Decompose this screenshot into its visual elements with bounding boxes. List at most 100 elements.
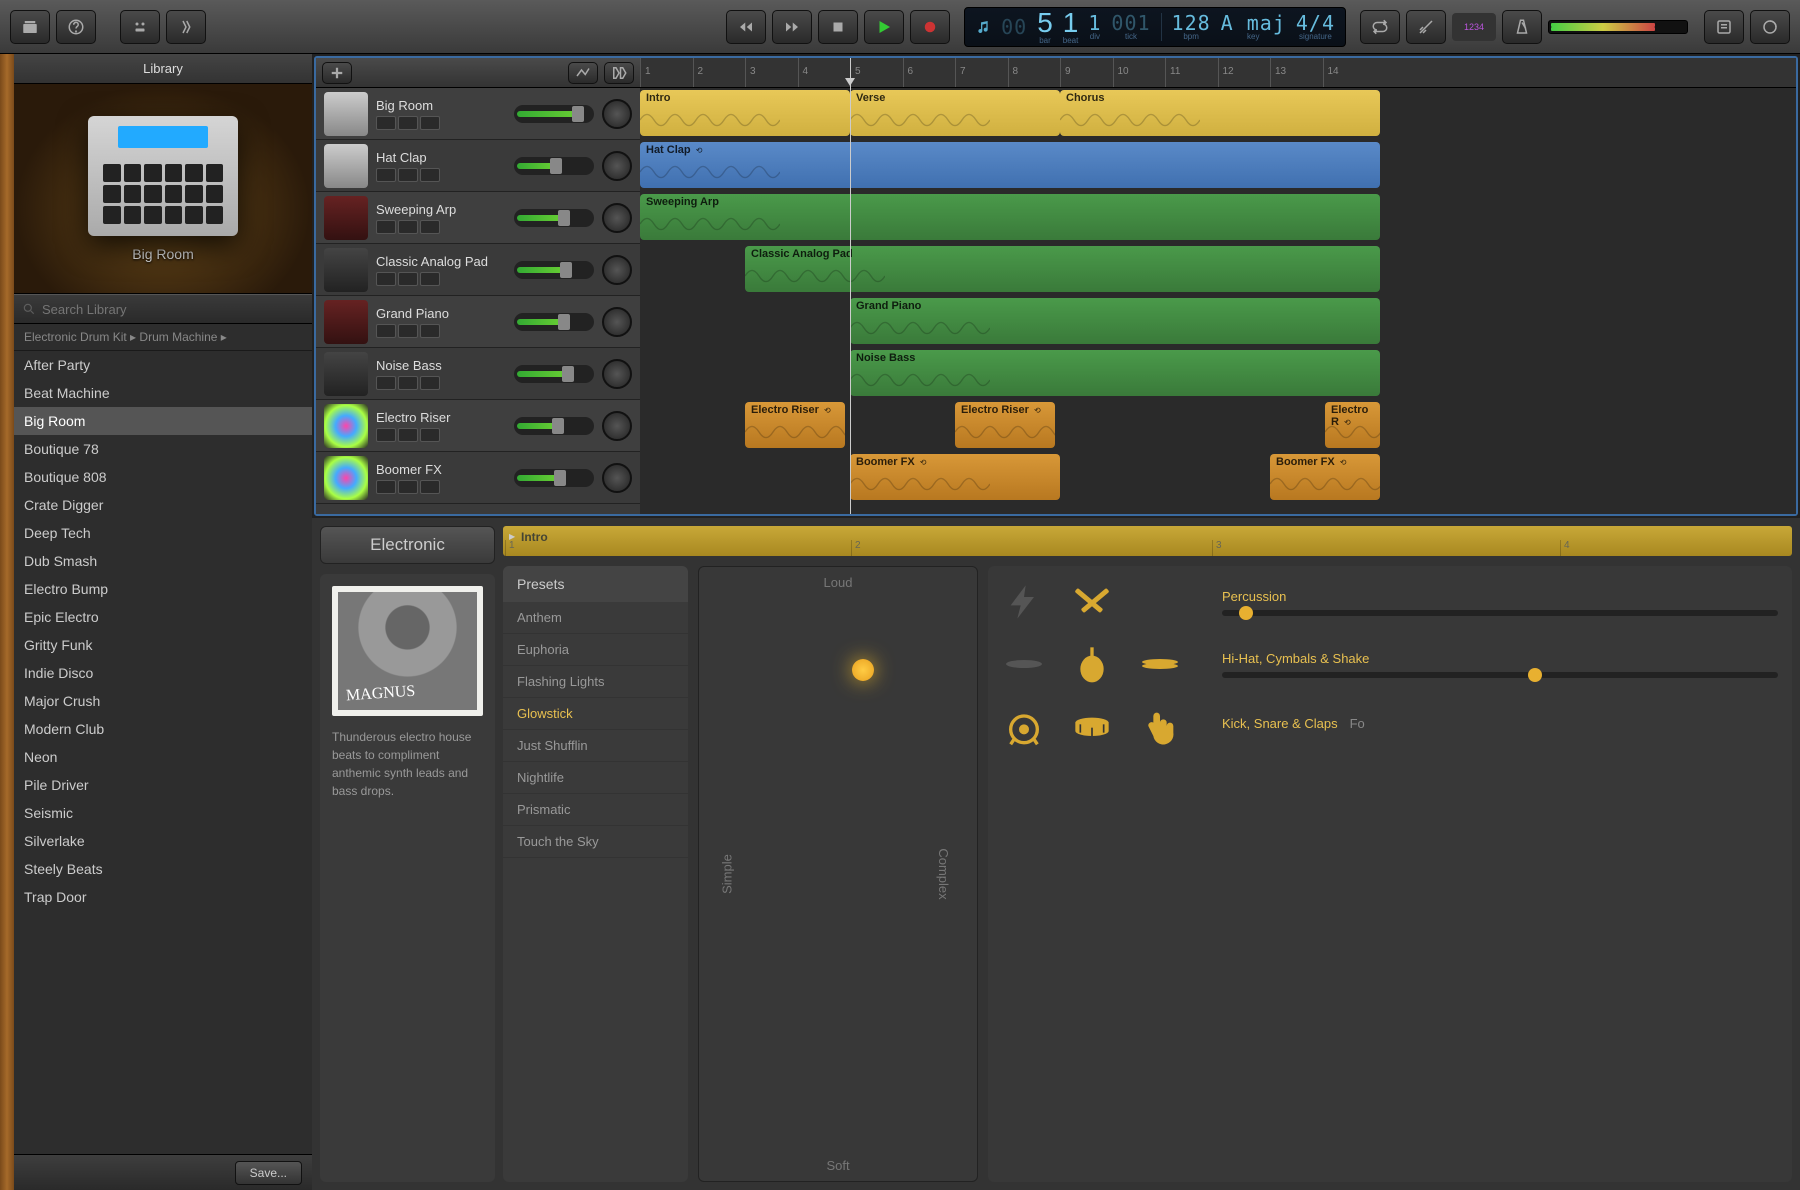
pan-knob[interactable] [602, 359, 632, 389]
track-header[interactable]: Hat Clap [316, 140, 640, 192]
region[interactable]: Boomer FX ⟲ [850, 454, 1060, 500]
headphone-button[interactable] [420, 376, 440, 390]
library-item[interactable]: Pile Driver [14, 771, 312, 799]
preset-item[interactable]: Prismatic [503, 794, 688, 826]
preset-item[interactable]: Nightlife [503, 762, 688, 794]
sticks-icon[interactable] [1070, 580, 1114, 624]
library-item[interactable]: After Party [14, 351, 312, 379]
mute-button[interactable] [376, 376, 396, 390]
solo-button[interactable] [398, 116, 418, 130]
region[interactable]: Boomer FX ⟲ [1270, 454, 1380, 500]
volume-slider[interactable] [514, 209, 594, 227]
region[interactable]: Chorus [1060, 90, 1380, 136]
timeline-ruler[interactable]: 1234567891011121314 [640, 58, 1796, 88]
metronome-button[interactable] [1502, 10, 1542, 44]
track-header[interactable]: Big Room [316, 88, 640, 140]
mute-button[interactable] [376, 272, 396, 286]
library-item[interactable]: Steely Beats [14, 855, 312, 883]
volume-slider[interactable] [514, 365, 594, 383]
preset-item[interactable]: Glowstick [503, 698, 688, 730]
notepad-button[interactable] [1704, 10, 1744, 44]
catch-button[interactable] [604, 62, 634, 84]
headphone-button[interactable] [420, 428, 440, 442]
automation-button[interactable] [568, 62, 598, 84]
library-item[interactable]: Silverlake [14, 827, 312, 855]
pan-knob[interactable] [602, 255, 632, 285]
hihat-icon[interactable] [1138, 642, 1182, 686]
region[interactable]: Intro [640, 90, 850, 136]
headphone-button[interactable] [420, 116, 440, 130]
solo-button[interactable] [398, 272, 418, 286]
track-header[interactable]: Noise Bass [316, 348, 640, 400]
library-item[interactable]: Electro Bump [14, 575, 312, 603]
library-item[interactable]: Dub Smash [14, 547, 312, 575]
track-header[interactable]: Classic Analog Pad [316, 244, 640, 296]
volume-slider[interactable] [514, 261, 594, 279]
bolt-icon[interactable] [1002, 580, 1046, 624]
library-item[interactable]: Boutique 808 [14, 463, 312, 491]
library-item[interactable]: Gritty Funk [14, 631, 312, 659]
region[interactable]: Verse [850, 90, 1060, 136]
pan-knob[interactable] [602, 99, 632, 129]
smart-controls-button[interactable] [120, 10, 160, 44]
solo-button[interactable] [398, 324, 418, 338]
headphone-button[interactable] [420, 168, 440, 182]
drummer-region-ruler[interactable]: ▶ Intro 1 2 3 4 [503, 526, 1792, 556]
volume-slider[interactable] [514, 469, 594, 487]
mute-button[interactable] [376, 116, 396, 130]
solo-button[interactable] [398, 376, 418, 390]
save-button[interactable]: Save... [235, 1161, 302, 1185]
drummer-avatar[interactable]: MAGNUS [332, 586, 483, 716]
play-button[interactable] [864, 10, 904, 44]
library-item[interactable]: Major Crush [14, 687, 312, 715]
mute-button[interactable] [376, 324, 396, 338]
pan-knob[interactable] [602, 151, 632, 181]
library-item[interactable]: Epic Electro [14, 603, 312, 631]
region[interactable]: Classic Analog Pad [745, 246, 1380, 292]
region[interactable]: Electro Riser ⟲ [745, 402, 845, 448]
headphone-button[interactable] [420, 272, 440, 286]
volume-slider[interactable] [514, 417, 594, 435]
library-item[interactable]: Crate Digger [14, 491, 312, 519]
region[interactable]: Electro R ⟲ [1325, 402, 1380, 448]
track-header[interactable]: Boomer FX [316, 452, 640, 504]
library-item[interactable]: Deep Tech [14, 519, 312, 547]
forward-button[interactable] [772, 10, 812, 44]
library-item[interactable]: Boutique 78 [14, 435, 312, 463]
cycle-button[interactable] [1360, 10, 1400, 44]
mute-button[interactable] [376, 480, 396, 494]
snare-icon[interactable] [1070, 704, 1114, 748]
region[interactable]: Hat Clap ⟲ [640, 142, 1380, 188]
preset-item[interactable]: Euphoria [503, 634, 688, 666]
record-button[interactable] [910, 10, 950, 44]
volume-slider[interactable] [514, 313, 594, 331]
volume-slider[interactable] [514, 157, 594, 175]
pan-knob[interactable] [602, 203, 632, 233]
library-item[interactable]: Beat Machine [14, 379, 312, 407]
headphone-button[interactable] [420, 480, 440, 494]
headphone-button[interactable] [420, 220, 440, 234]
playhead[interactable] [850, 58, 851, 514]
shaker-icon[interactable] [1070, 642, 1114, 686]
xy-pad[interactable]: Loud Soft Simple Complex [698, 566, 978, 1182]
count-in-button[interactable]: 1234 [1452, 13, 1496, 41]
editors-button[interactable] [166, 10, 206, 44]
preset-item[interactable]: Anthem [503, 602, 688, 634]
mute-button[interactable] [376, 220, 396, 234]
region[interactable]: Grand Piano [850, 298, 1380, 344]
solo-button[interactable] [398, 168, 418, 182]
pan-knob[interactable] [602, 463, 632, 493]
genre-button[interactable]: Electronic [320, 526, 495, 564]
solo-button[interactable] [398, 428, 418, 442]
preset-item[interactable]: Just Shufflin [503, 730, 688, 762]
library-item[interactable]: Big Room [14, 407, 312, 435]
stop-button[interactable] [818, 10, 858, 44]
cymbal-icon[interactable] [1002, 642, 1046, 686]
preset-item[interactable]: Flashing Lights [503, 666, 688, 698]
mute-button[interactable] [376, 168, 396, 182]
arrangement[interactable]: 1234567891011121314 IntroVerseChorus Hat … [640, 58, 1796, 514]
pan-knob[interactable] [602, 307, 632, 337]
region[interactable]: Electro Riser ⟲ [955, 402, 1055, 448]
kick-icon[interactable] [1002, 704, 1046, 748]
search-input[interactable] [42, 302, 304, 317]
